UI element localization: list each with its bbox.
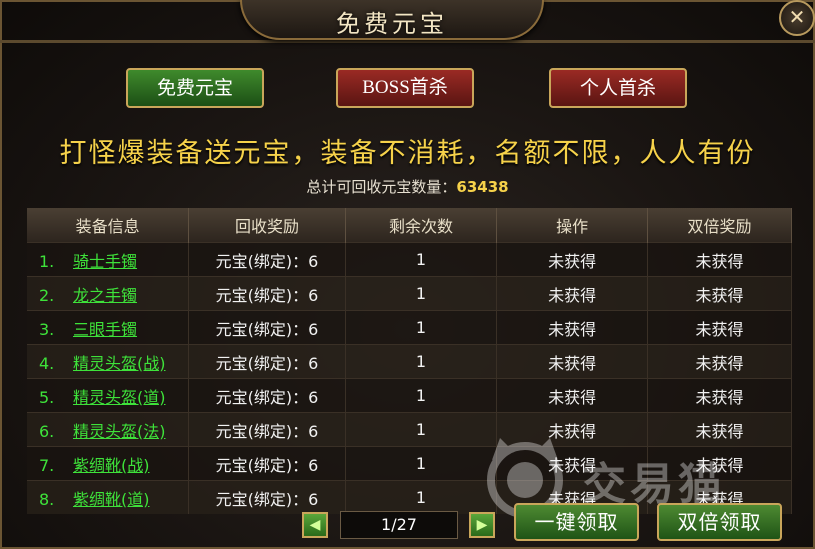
double-cell: 未获得: [647, 378, 792, 413]
reward-cell: 元宝(绑定)：6: [188, 412, 346, 447]
double-cell: 未获得: [647, 412, 792, 447]
action-cell: 未获得: [496, 378, 649, 413]
next-page-button[interactable]: ▶: [469, 512, 495, 538]
table-header-row: 装备信息 回收奖励 剩余次数 操作 双倍奖励: [27, 208, 792, 243]
header-item-info: 装备信息: [27, 208, 190, 243]
table-row: 7. 紫绸靴(战) 元宝(绑定)：6 1 未获得 未获得: [27, 446, 792, 481]
tab-personal-first-kill[interactable]: 个人首杀: [549, 68, 687, 108]
recycle-table: 装备信息 回收奖励 剩余次数 操作 双倍奖励 1. 骑士手镯 元宝(绑定)：6 1…: [27, 208, 792, 514]
header-remaining: 剩余次数: [345, 208, 498, 243]
page-indicator: 1/27: [340, 511, 458, 539]
prev-page-button[interactable]: ◀: [302, 512, 328, 538]
row-index: 8.: [39, 489, 55, 509]
total-value: 63438: [456, 178, 509, 196]
row-index: 1.: [39, 251, 55, 271]
promo-slogan: 打怪爆装备送元宝，装备不消耗，名额不限，人人有份: [59, 138, 756, 169]
item-link[interactable]: 紫绸靴(道): [73, 490, 150, 509]
table-row: 6. 精灵头盔(法) 元宝(绑定)：6 1 未获得 未获得: [27, 412, 792, 447]
reward-cell: 元宝(绑定)：6: [188, 344, 346, 379]
table-row: 4. 精灵头盔(战) 元宝(绑定)：6 1 未获得 未获得: [27, 344, 792, 379]
action-cell: 未获得: [496, 242, 649, 277]
window-title: 免费元宝: [336, 10, 448, 38]
row-index: 6.: [39, 421, 55, 441]
remaining-cell: 1: [345, 378, 498, 413]
table-row: 5. 精灵头盔(道) 元宝(绑定)：6 1 未获得 未获得: [27, 378, 792, 413]
close-icon[interactable]: ✕: [779, 0, 815, 36]
action-cell: 未获得: [496, 276, 649, 311]
item-link[interactable]: 精灵头盔(法): [73, 422, 166, 441]
action-cell: 未获得: [496, 412, 649, 447]
reward-cell: 元宝(绑定)：6: [188, 242, 346, 277]
item-link[interactable]: 龙之手镯: [73, 286, 137, 305]
remaining-cell: 1: [345, 446, 498, 481]
item-link[interactable]: 紫绸靴(战): [73, 456, 150, 475]
double-cell: 未获得: [647, 446, 792, 481]
item-link[interactable]: 骑士手镯: [73, 252, 137, 271]
double-cell: 未获得: [647, 310, 792, 345]
item-cell: 7. 紫绸靴(战): [27, 446, 190, 481]
row-index: 7.: [39, 455, 55, 475]
action-cell: 未获得: [496, 310, 649, 345]
table-row: 2. 龙之手镯 元宝(绑定)：6 1 未获得 未获得: [27, 276, 792, 311]
table-row: 3. 三眼手镯 元宝(绑定)：6 1 未获得 未获得: [27, 310, 792, 345]
row-index: 5.: [39, 387, 55, 407]
reward-cell: 元宝(绑定)：6: [188, 378, 346, 413]
remaining-cell: 1: [345, 310, 498, 345]
tab-free-yuanbao[interactable]: 免费元宝: [126, 68, 264, 108]
item-cell: 4. 精灵头盔(战): [27, 344, 190, 379]
table-row: 1. 骑士手镯 元宝(绑定)：6 1 未获得 未获得: [27, 242, 792, 277]
chevron-left-icon: ◀: [309, 517, 321, 533]
header-action: 操作: [496, 208, 649, 243]
item-link[interactable]: 精灵头盔(道): [73, 388, 166, 407]
action-cell: 未获得: [496, 446, 649, 481]
claim-all-button[interactable]: 一键领取: [514, 503, 639, 541]
item-cell: 6. 精灵头盔(法): [27, 412, 190, 447]
double-cell: 未获得: [647, 344, 792, 379]
item-link[interactable]: 三眼手镯: [73, 320, 137, 339]
action-cell: 未获得: [496, 344, 649, 379]
total-label: 总计可回收元宝数量：: [306, 178, 457, 196]
item-cell: 1. 骑士手镯: [27, 242, 190, 277]
remaining-cell: 1: [345, 344, 498, 379]
reward-cell: 元宝(绑定)：6: [188, 446, 346, 481]
total-recoverable: 总计可回收元宝数量：63438: [0, 176, 815, 197]
reward-cell: 元宝(绑定)：6: [188, 480, 346, 514]
claim-double-button[interactable]: 双倍领取: [657, 503, 782, 541]
tab-boss-first-kill[interactable]: BOSS首杀: [336, 68, 474, 108]
row-index: 2.: [39, 285, 55, 305]
double-cell: 未获得: [647, 242, 792, 277]
remaining-cell: 1: [345, 276, 498, 311]
chevron-right-icon: ▶: [476, 517, 488, 533]
remaining-cell: 1: [345, 242, 498, 277]
item-cell: 2. 龙之手镯: [27, 276, 190, 311]
header-reward: 回收奖励: [188, 208, 346, 243]
item-cell: 3. 三眼手镯: [27, 310, 190, 345]
row-index: 3.: [39, 319, 55, 339]
double-cell: 未获得: [647, 276, 792, 311]
header-double-reward: 双倍奖励: [647, 208, 792, 243]
remaining-cell: 1: [345, 412, 498, 447]
reward-cell: 元宝(绑定)：6: [188, 310, 346, 345]
header-divider: [0, 40, 815, 43]
title-bar: 免费元宝: [240, 0, 544, 40]
item-cell: 5. 精灵头盔(道): [27, 378, 190, 413]
remaining-cell: 1: [345, 480, 498, 514]
item-link[interactable]: 精灵头盔(战): [73, 354, 166, 373]
item-cell: 8. 紫绸靴(道): [27, 480, 190, 514]
row-index: 4.: [39, 353, 55, 373]
reward-cell: 元宝(绑定)：6: [188, 276, 346, 311]
